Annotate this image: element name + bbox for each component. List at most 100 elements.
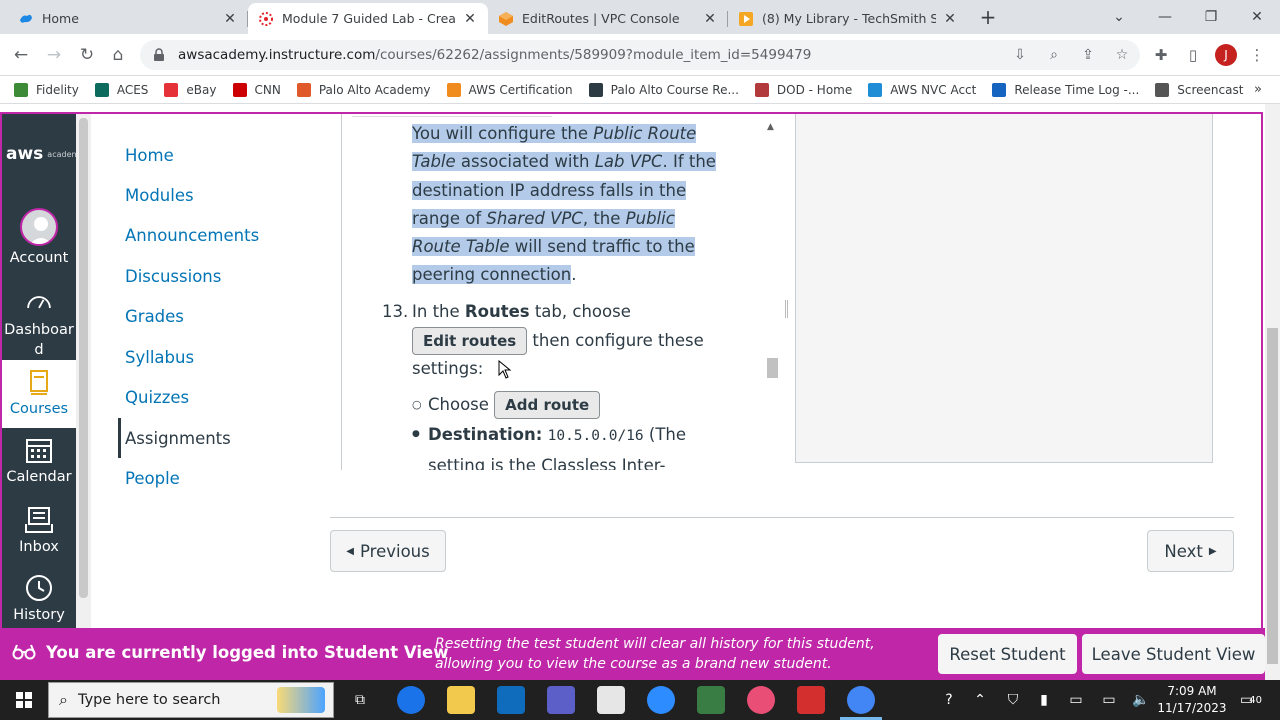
url-field[interactable]: awsacademy.instructure.com/courses/62262… bbox=[140, 40, 1140, 70]
outlook-icon[interactable] bbox=[497, 686, 525, 714]
bookmark-item[interactable]: Palo Alto Course Re... bbox=[588, 82, 739, 97]
tab-editroutes-vpc-console[interactable]: EditRoutes | VPC Console ✕ bbox=[488, 3, 728, 34]
close-icon[interactable]: ✕ bbox=[702, 11, 718, 27]
teams-icon[interactable] bbox=[547, 686, 575, 714]
page-scrollbar[interactable] bbox=[1265, 104, 1280, 680]
notifications-icon[interactable]: ▭ 40 bbox=[1236, 680, 1266, 720]
minimize-button[interactable]: — bbox=[1142, 0, 1188, 34]
bookmark-item[interactable]: CNN bbox=[232, 82, 281, 97]
security-shield-icon[interactable]: ⛉ bbox=[1003, 680, 1023, 720]
dashboard-gauge-icon bbox=[27, 296, 51, 309]
global-nav-calendar[interactable]: Calendar bbox=[2, 428, 76, 498]
nav-scrollbar[interactable] bbox=[76, 114, 91, 628]
chrome-icon[interactable] bbox=[847, 686, 875, 714]
edge-icon[interactable] bbox=[397, 686, 425, 714]
acrobat-icon[interactable] bbox=[797, 686, 825, 714]
bookmark-item[interactable]: DOD - Home bbox=[754, 82, 852, 97]
global-nav-courses[interactable]: Courses bbox=[2, 360, 76, 428]
windows-taskbar: ⌕ Type here to search ⧉ ? ⌃ ⛉ ▮ ▭ ▭ 🔈 7:… bbox=[0, 680, 1280, 720]
bookmark-item[interactable]: Palo Alto Academy bbox=[296, 82, 431, 97]
inbox-icon bbox=[25, 507, 53, 533]
scroll-up-arrow-icon[interactable]: ▲ bbox=[767, 122, 774, 132]
courses-book-icon bbox=[30, 370, 48, 395]
help-icon[interactable]: ? bbox=[936, 680, 962, 720]
more-menu-icon[interactable]: ⋮ bbox=[1246, 44, 1268, 66]
side-panel-icon[interactable]: ▯ bbox=[1182, 44, 1204, 66]
new-tab-button[interactable]: + bbox=[976, 5, 1000, 29]
next-button[interactable]: Next ▶ bbox=[1147, 530, 1234, 572]
global-nav-history[interactable]: History bbox=[2, 566, 76, 628]
bookmark-star-icon[interactable]: ☆ bbox=[1112, 45, 1132, 65]
tab-home[interactable]: Home ✕ bbox=[8, 3, 248, 34]
share-icon[interactable]: ⇪ bbox=[1078, 45, 1098, 65]
global-nav-inbox[interactable]: Inbox bbox=[2, 498, 76, 566]
forward-arrow-icon[interactable]: → bbox=[42, 43, 66, 67]
aws-cube-icon bbox=[498, 11, 514, 27]
student-view-message: Resetting the test student will clear al… bbox=[435, 636, 875, 672]
course-nav-assignments[interactable]: Assignments bbox=[125, 429, 231, 448]
restore-button[interactable]: ❐ bbox=[1188, 0, 1234, 34]
search-highlight-icon bbox=[277, 687, 325, 713]
active-nav-indicator bbox=[118, 418, 121, 458]
bookmark-item[interactable]: eBay bbox=[164, 82, 217, 97]
chevron-up-icon[interactable]: ⌃ bbox=[970, 680, 990, 720]
usb-icon[interactable]: ▮ bbox=[1034, 680, 1054, 720]
browser-tab-bar: Home ✕ Module 7 Guided Lab - Creating ✕ … bbox=[0, 0, 1280, 34]
file-explorer-icon[interactable] bbox=[447, 686, 475, 714]
close-icon[interactable]: ✕ bbox=[462, 11, 478, 27]
avatar bbox=[20, 208, 58, 246]
calendar-icon bbox=[26, 439, 52, 463]
bookmark-item[interactable]: ACES bbox=[94, 82, 148, 97]
install-app-icon[interactable]: ⇩ bbox=[1010, 45, 1030, 65]
bookmarks-overflow-icon[interactable]: » bbox=[1254, 82, 1262, 97]
bookmark-item[interactable]: Screencast bbox=[1155, 82, 1243, 97]
app-icon[interactable] bbox=[697, 686, 725, 714]
global-nav-dashboard[interactable]: Dashboar d bbox=[2, 282, 76, 360]
search-icon: ⌕ bbox=[59, 690, 68, 709]
close-icon[interactable]: ✕ bbox=[222, 11, 238, 27]
instructions-scrollbar[interactable]: ▲ bbox=[765, 122, 780, 470]
resize-handle[interactable] bbox=[785, 300, 788, 318]
network-icon[interactable]: ▭ bbox=[1099, 680, 1119, 720]
extensions-puzzle-icon[interactable]: ✚ bbox=[1150, 44, 1172, 66]
course-nav-quizzes[interactable]: Quizzes bbox=[125, 388, 189, 407]
back-arrow-icon[interactable]: ← bbox=[9, 43, 33, 67]
store-icon[interactable] bbox=[597, 686, 625, 714]
bookmark-item[interactable]: AWS NVC Acct bbox=[868, 82, 976, 97]
bookmark-item[interactable]: Fidelity bbox=[14, 82, 79, 97]
volume-icon[interactable]: 🔈 bbox=[1131, 680, 1151, 720]
close-icon[interactable]: ✕ bbox=[942, 11, 958, 27]
course-nav-discussions[interactable]: Discussions bbox=[125, 267, 221, 286]
course-nav-people[interactable]: People bbox=[125, 469, 180, 488]
course-nav-modules[interactable]: Modules bbox=[125, 186, 194, 205]
bookmark-item[interactable]: AWS Certification bbox=[446, 82, 573, 97]
tab-module-7-guided-lab[interactable]: Module 7 Guided Lab - Creating ✕ bbox=[248, 3, 488, 34]
task-view-icon[interactable]: ⧉ bbox=[346, 680, 374, 720]
windows-start-icon[interactable] bbox=[8, 680, 40, 720]
leave-student-view-button[interactable]: Leave Student View bbox=[1082, 634, 1265, 674]
bookmarks-bar: Fidelity ACES eBay CNN Palo Alto Academy AWS … bbox=[0, 76, 1280, 104]
global-nav-account[interactable]: Account bbox=[2, 202, 76, 282]
chevron-down-icon[interactable]: ⌄ bbox=[1096, 0, 1142, 34]
home-icon[interactable]: ⌂ bbox=[106, 43, 130, 67]
creative-cloud-icon[interactable] bbox=[747, 686, 775, 714]
lab-preview-panel bbox=[795, 114, 1213, 463]
close-window-button[interactable]: ✕ bbox=[1234, 0, 1280, 34]
battery-icon[interactable]: ▭ bbox=[1066, 680, 1086, 720]
course-nav-announcements[interactable]: Announcements bbox=[125, 226, 259, 245]
reload-icon[interactable]: ↻ bbox=[75, 43, 99, 67]
course-nav-home[interactable]: Home bbox=[125, 146, 174, 165]
course-nav-syllabus[interactable]: Syllabus bbox=[125, 348, 194, 367]
tab-techsmith-library[interactable]: (8) My Library - TechSmith Scre ✕ bbox=[728, 3, 968, 34]
zoom-app-icon[interactable] bbox=[647, 686, 675, 714]
glasses-icon bbox=[12, 643, 36, 666]
taskbar-search-input[interactable]: ⌕ Type here to search bbox=[48, 682, 334, 718]
course-nav-grades[interactable]: Grades bbox=[125, 307, 184, 326]
previous-button[interactable]: ◀ Previous bbox=[330, 530, 446, 572]
system-clock[interactable]: 7:09 AM 11/17/2023 bbox=[1156, 683, 1228, 717]
bookmark-item[interactable]: Release Time Log -... bbox=[992, 82, 1139, 97]
aws-academy-logo[interactable]: awsacademy bbox=[2, 114, 76, 202]
reset-student-button[interactable]: Reset Student bbox=[938, 634, 1077, 674]
zoom-icon[interactable]: ⌕ bbox=[1044, 45, 1064, 65]
profile-avatar[interactable]: J bbox=[1215, 44, 1237, 66]
